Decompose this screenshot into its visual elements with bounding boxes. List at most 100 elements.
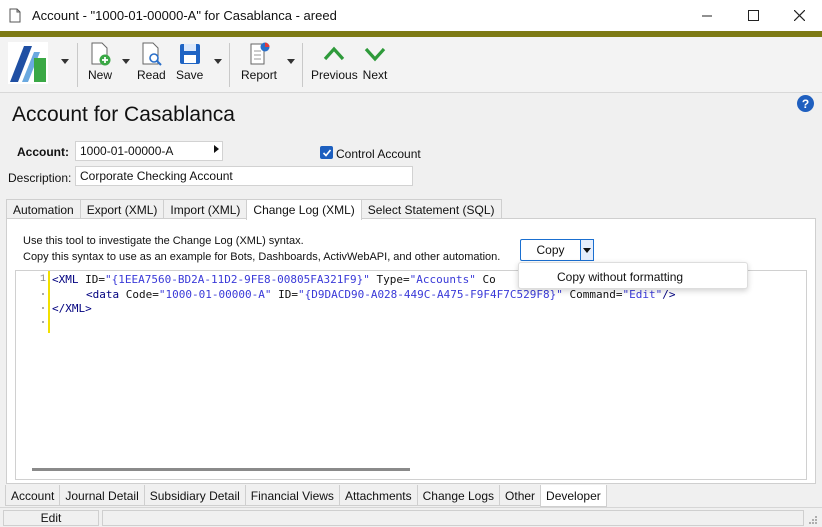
account-lookup-arrow-icon[interactable] (214, 145, 219, 153)
code-line-2: <data Code="1000-01-00000-A" ID="{D9DACD… (86, 288, 675, 302)
tab-change-logs[interactable]: Change Logs (416, 485, 501, 506)
code-token: Co (475, 273, 496, 286)
horizontal-scrollbar[interactable] (32, 468, 410, 471)
code-token: Type= (369, 273, 410, 286)
read-search-icon (142, 42, 163, 66)
status-message (102, 510, 804, 526)
previous-button[interactable]: Previous (311, 41, 358, 89)
read-label: Read (137, 68, 166, 82)
code-token: "Accounts" (409, 273, 476, 286)
code-line-1: <XML ID="{1EEA7560-BD2A-11D2-9FE8-00805F… (52, 273, 496, 287)
code-token: ID= (85, 273, 105, 286)
tab-developer[interactable]: Developer (540, 485, 607, 507)
close-button[interactable] (776, 0, 822, 31)
gutter-dot (42, 307, 44, 309)
top-tab-strip: Automation Export (XML) Import (XML) Cha… (6, 199, 502, 220)
tab-change-log-xml[interactable]: Change Log (XML) (246, 199, 362, 220)
minimize-button[interactable] (684, 0, 730, 31)
copy-dropdown-menu: Copy without formatting (518, 262, 748, 289)
new-label: New (87, 68, 112, 82)
toolbar-separator (229, 43, 230, 87)
tab-select-statement-sql[interactable]: Select Statement (SQL) (360, 199, 502, 219)
code-token: /> (662, 288, 676, 301)
toolbar-separator (302, 43, 303, 87)
code-token: <XML (52, 273, 86, 286)
save-floppy-icon (179, 44, 200, 64)
tab-subsidiary-detail[interactable]: Subsidiary Detail (143, 485, 246, 506)
code-token: Command= (562, 288, 623, 301)
read-button[interactable]: Read (137, 41, 166, 89)
code-editor[interactable]: 1 <XML ID="{1EEA7560-BD2A-11D2-9FE8-0080… (15, 270, 807, 480)
code-token: ID= (271, 288, 298, 301)
next-label: Next (362, 68, 388, 82)
window-title: Account - "1000-01-00000-A" for Casablan… (32, 8, 337, 23)
close-icon (793, 10, 805, 21)
tab-automation[interactable]: Automation (6, 199, 81, 219)
tab-export-xml[interactable]: Export (XML) (79, 199, 165, 219)
chevron-down-icon (364, 47, 386, 62)
account-field[interactable]: 1000-01-00000-A (75, 141, 223, 161)
tab-import-xml[interactable]: Import (XML) (163, 199, 248, 219)
tab-account[interactable]: Account (5, 485, 61, 506)
next-button[interactable]: Next (362, 41, 388, 89)
minimize-icon (702, 15, 712, 16)
control-account-label: Control Account (336, 147, 421, 161)
save-menu-chevron-down-icon[interactable] (214, 59, 222, 65)
save-label: Save (176, 68, 204, 82)
status-bar: Edit (0, 507, 822, 527)
help-icon[interactable]: ? (797, 95, 814, 112)
code-token: "{D9DACD90-A028-449C-A475-F9F4F7C529F8}" (297, 288, 563, 301)
bottom-tab-strip: Account Journal Detail Subsidiary Detail… (5, 485, 607, 507)
tab-journal-detail[interactable]: Journal Detail (59, 485, 145, 506)
code-token: <data (86, 288, 126, 301)
description-label: Description: (8, 171, 72, 185)
document-icon (9, 8, 21, 23)
maximize-icon (747, 10, 759, 21)
new-menu-chevron-down-icon[interactable] (122, 59, 130, 65)
save-button[interactable]: Save (176, 41, 203, 89)
change-marker-bar (48, 271, 50, 333)
page-title: Account for Casablanca (12, 103, 235, 126)
checkmark-icon (322, 148, 331, 157)
line-number: 1 (40, 274, 47, 285)
app-menu-chevron-down-icon[interactable] (61, 59, 69, 65)
code-token: "1000-01-00000-A" (158, 288, 272, 301)
status-mode: Edit (3, 510, 99, 526)
gutter-dot (42, 321, 44, 323)
info-text-line2: Copy this syntax to use as an example fo… (23, 251, 501, 263)
app-logo-button[interactable] (8, 42, 48, 90)
copy-button[interactable]: Copy (520, 239, 580, 261)
menu-item-copy-without-formatting[interactable]: Copy without formatting (557, 270, 683, 284)
tab-other[interactable]: Other (499, 485, 542, 506)
gutter-dot (42, 293, 44, 295)
new-button[interactable]: New (87, 41, 113, 89)
app-logo-icon (8, 42, 48, 84)
previous-label: Previous (311, 68, 358, 82)
copy-dropdown-button[interactable] (580, 239, 594, 261)
control-account-checkbox[interactable] (320, 146, 333, 159)
toolbar: New Read Save Report Previous Next (0, 37, 822, 93)
change-log-panel: Use this tool to investigate the Change … (6, 218, 816, 484)
title-bar: Account - "1000-01-00000-A" for Casablan… (0, 0, 822, 31)
new-document-icon (91, 42, 111, 66)
info-text-line1: Use this tool to investigate the Change … (23, 235, 304, 247)
report-label: Report (241, 68, 278, 82)
resize-grip-icon[interactable] (808, 515, 818, 525)
chevron-up-icon (324, 46, 345, 61)
description-value: Corporate Checking Account (80, 169, 233, 183)
code-token: "Edit" (622, 288, 663, 301)
account-value: 1000-01-00000-A (80, 144, 174, 158)
report-menu-chevron-down-icon[interactable] (287, 59, 295, 65)
code-token: Code= (125, 288, 159, 301)
tab-financial-views[interactable]: Financial Views (244, 485, 340, 506)
tab-attachments[interactable]: Attachments (338, 485, 418, 506)
report-icon (250, 42, 270, 65)
code-token: "{1EEA7560-BD2A-11D2-9FE8-00805FA321F9}" (105, 273, 370, 286)
code-line-3: </XML> (52, 302, 92, 315)
maximize-button[interactable] (730, 0, 776, 31)
chevron-down-icon (583, 247, 591, 253)
report-button[interactable]: Report (241, 41, 277, 89)
description-field[interactable]: Corporate Checking Account (75, 166, 413, 186)
account-label: Account: (17, 145, 69, 159)
toolbar-separator (77, 43, 78, 87)
